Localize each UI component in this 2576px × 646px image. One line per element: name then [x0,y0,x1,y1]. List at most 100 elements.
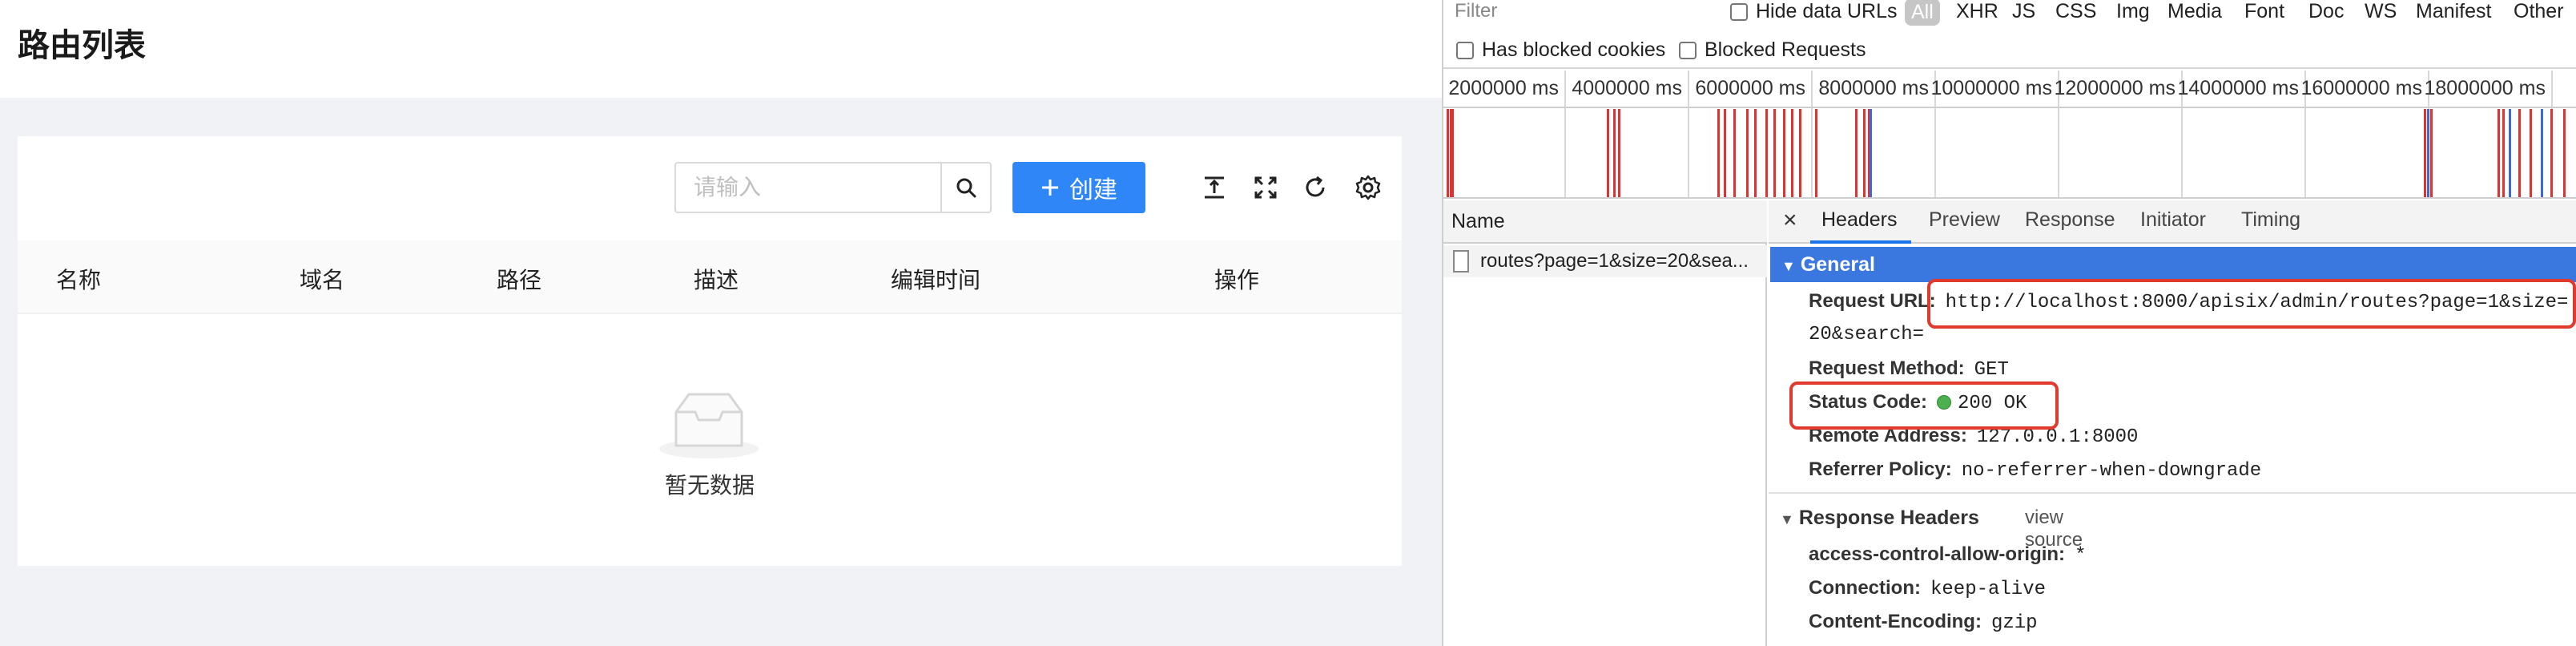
request-url-value-line2: 20&search= [1809,324,1925,345]
timeline-request-marker [1717,109,1720,197]
timeline-request-marker [1870,109,1872,197]
timeline-request-marker [2430,109,2433,197]
acao-label: access-control-allow-origin: [1809,543,2066,565]
gear-icon [1355,175,1381,200]
caret-down-icon: ▼ [1780,511,1794,527]
connection-row: Connection: keep-alive [1809,577,2046,600]
referrer-policy-value: no-referrer-when-downgrade [1961,460,2262,482]
filter-input[interactable] [1455,0,1695,26]
timeline-request-marker [1799,109,1801,197]
timeline-request-marker [1765,109,1768,197]
column-height-button[interactable] [1197,170,1232,205]
request-method-row: Request Method: GET [1809,357,2009,381]
has-blocked-cookies-checkbox[interactable]: Has blocked cookies [1456,38,1665,62]
timeline-tick-label: 14000000 ms [2177,77,2299,99]
reload-button[interactable] [1298,170,1333,205]
empty-inbox-icon [659,393,759,458]
request-method-value: GET [1974,359,2009,381]
type-filter-xhr[interactable]: XHR [1956,0,1998,23]
tab-response[interactable]: Response [2025,208,2115,232]
settings-button[interactable] [1350,170,1386,205]
page-title: 路由列表 [18,28,146,63]
timeline-request-marker [2509,109,2511,197]
timeline-request-marker [1618,109,1620,197]
devtools-network-panel: Hide data URLs All XHR JS CSS Img Media … [1442,0,2576,646]
request-url-continuation: 20&search= [1809,322,1924,345]
caret-down-icon: ▼ [1781,258,1796,274]
type-filter-media[interactable]: Media [2167,0,2222,23]
fullscreen-button[interactable] [1248,170,1283,205]
type-filter-manifest[interactable]: Manifest [2416,0,2491,23]
general-section-header[interactable]: ▼ General [1770,247,2576,282]
general-title: General [1800,253,1875,276]
column-header-name[interactable]: 名称 [56,263,101,295]
request-method-label: Request Method: [1809,357,1965,379]
network-filter-bar: Hide data URLs All XHR JS CSS Img Media … [1443,0,2576,30]
response-headers-section-header[interactable]: ▼ Response Headers view source [1780,507,2083,551]
type-filter-js[interactable]: JS [2012,0,2035,23]
timeline-tick-label: 4000000 ms [1572,77,1682,99]
remote-address-value: 127.0.0.1:8000 [1976,426,2139,448]
tab-timing[interactable]: Timing [2241,208,2300,232]
has-blocked-cookies-label: Has blocked cookies [1482,38,1666,61]
timeline-request-marker [2563,109,2566,197]
timeline-request-marker [2498,109,2500,197]
hide-data-urls-checkbox[interactable]: Hide data URLs [1730,0,1897,23]
type-filter-ws[interactable]: WS [2365,0,2397,23]
timeline-request-marker [1733,109,1736,197]
empty-state: 暂无数据 [18,314,1402,566]
status-code-highlight [1789,382,2059,430]
timeline-request-marker [1613,109,1616,197]
request-detail-panel: × Headers Preview Response Initiator Tim… [1769,200,2576,646]
close-icon[interactable]: × [1783,207,1797,234]
create-button-label: 创建 [1069,177,1117,204]
type-filter-doc[interactable]: Doc [2308,0,2344,23]
name-column-header[interactable]: Name [1443,200,1767,244]
timeline-request-marker [1607,109,1609,197]
timeline-request-marker [1863,109,1866,197]
type-filter-font[interactable]: Font [2244,0,2284,23]
request-row[interactable]: routes?page=1&size=20&sea... [1443,245,1767,277]
timeline-request-marker [2424,109,2426,197]
timeline-request-marker [2518,109,2521,197]
content-encoding-row: Content-Encoding: gzip [1809,611,2038,634]
column-header-path[interactable]: 路径 [497,263,541,295]
network-timeline-overview[interactable]: 2000000 ms 4000000 ms 6000000 ms 8000000 ms… [1443,71,2576,199]
page-header: 路由列表 [0,0,1442,98]
checkbox-box [1730,2,1748,21]
timeline-tick-label: 12000000 ms [2054,77,2176,99]
column-header-description[interactable]: 描述 [694,263,739,295]
type-filter-img[interactable]: Img [2116,0,2150,23]
tab-headers[interactable]: Headers [1821,208,1898,232]
type-filter-css[interactable]: CSS [2055,0,2096,23]
active-tab-indicator [1810,240,1911,244]
connection-value: keep-alive [1930,579,2047,600]
timeline-tick-label: 18000000 ms [2424,77,2546,99]
timeline-tick-label: 2000000 ms [1448,77,1559,99]
timeline-request-marker [1451,109,1454,197]
acao-value: * [2075,545,2087,567]
hide-data-urls-label: Hide data URLs [1756,0,1898,22]
timeline-request-marker [1783,109,1785,197]
tab-initiator[interactable]: Initiator [2140,208,2206,232]
column-header-host[interactable]: 域名 [300,263,344,295]
type-filter-other[interactable]: Other [2514,0,2564,23]
type-filter-all[interactable]: All [1905,0,1940,26]
column-header-edit-time[interactable]: 编辑时间 [891,263,980,295]
section-divider [1769,492,2576,494]
blocked-requests-checkbox[interactable]: Blocked Requests [1679,38,1866,62]
detail-tabs: × Headers Preview Response Initiator Tim… [1769,200,2576,244]
create-button[interactable]: 创建 [1012,162,1145,213]
timeline-request-marker [1447,109,1449,197]
search-input[interactable] [676,164,945,212]
timeline-request-marker [1855,109,1858,197]
tab-preview[interactable]: Preview [1929,208,2000,232]
column-header-actions: 操作 [1214,268,1260,293]
timeline-tick-label: 10000000 ms [1930,77,2052,99]
acao-row: access-control-allow-origin: * [1809,543,2086,567]
search-button[interactable] [940,164,990,212]
timeline-request-marker [1773,109,1776,197]
document-icon [1453,250,1469,273]
timeline-tick-label: 6000000 ms [1695,77,1805,99]
empty-text: 暂无数据 [664,473,755,498]
